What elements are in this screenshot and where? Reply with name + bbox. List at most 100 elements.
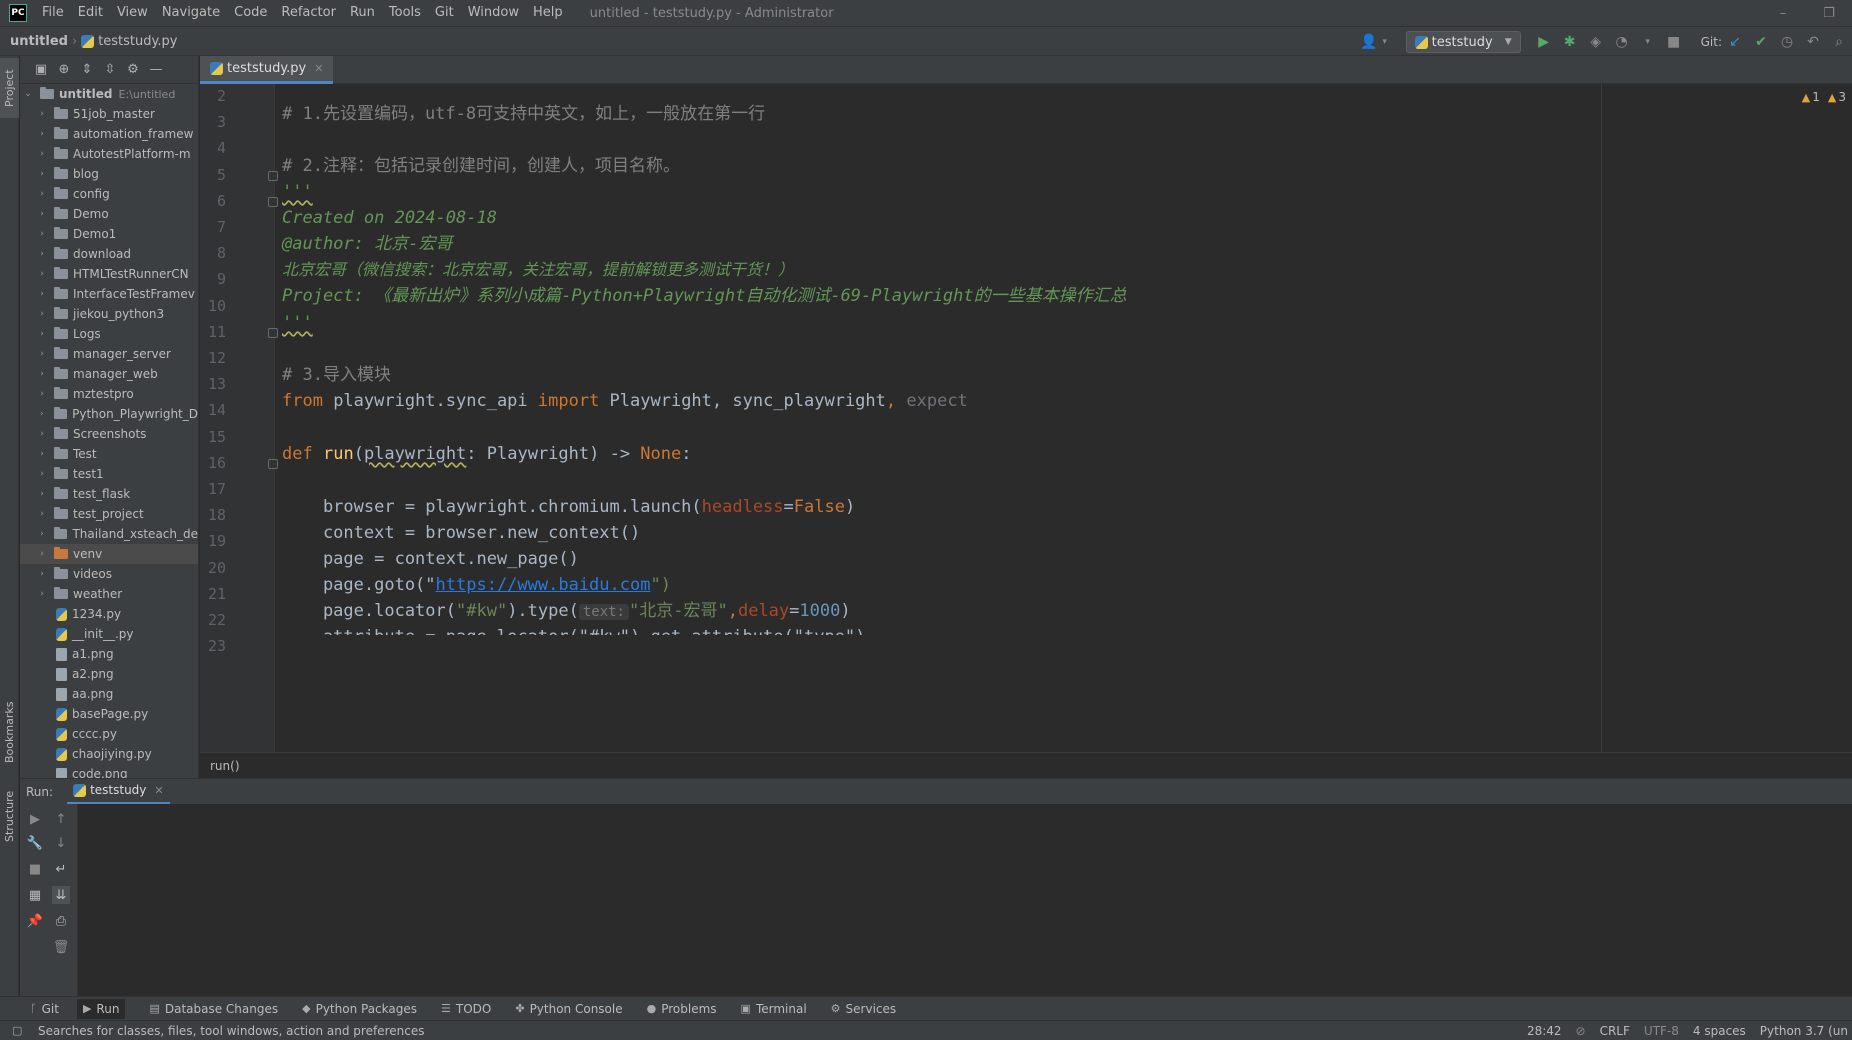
pin-icon[interactable]: 📌 — [26, 912, 44, 930]
trash-icon[interactable]: 🗑 — [52, 938, 70, 956]
chevron-right-icon[interactable]: › — [36, 509, 48, 519]
tree-folder[interactable]: › Python_Playwright_D — [20, 404, 198, 424]
menu-edit[interactable]: Edit — [71, 0, 110, 26]
menu-code[interactable]: Code — [227, 0, 274, 26]
code-area[interactable]: # 1.先设置编码，utf-8可支持中英文，如上，一般放在第一行 # 2.注释：… — [282, 84, 1572, 752]
breadcrumb-project[interactable]: untitled — [10, 34, 68, 49]
tree-folder[interactable]: › Screenshots — [20, 424, 198, 444]
gear-icon[interactable]: ⚙ — [124, 61, 142, 79]
tree-file[interactable]: chaojiying.py — [20, 744, 198, 764]
status-window-icon[interactable]: ▢ — [12, 1024, 22, 1037]
chevron-right-icon[interactable]: › — [36, 349, 48, 359]
weak-warning-count[interactable]: ▲ 3 — [1828, 90, 1846, 104]
tree-folder[interactable]: › blog — [20, 164, 198, 184]
history-icon[interactable]: ◷ — [1778, 33, 1796, 51]
fold-marker-icon[interactable] — [268, 170, 278, 181]
tree-folder[interactable]: › videos — [20, 564, 198, 584]
tool-terminal[interactable]: ▣ Terminal — [741, 1002, 807, 1016]
chevron-right-icon[interactable]: › — [36, 329, 48, 339]
tool-python-packages[interactable]: ◆ Python Packages — [302, 1002, 417, 1016]
chevron-right-icon[interactable]: › — [36, 529, 48, 539]
close-icon[interactable]: ✕ — [314, 62, 323, 75]
tree-file[interactable]: basePage.py — [20, 704, 198, 724]
tree-folder[interactable]: › jiekou_python3 — [20, 304, 198, 324]
project-view-icon[interactable]: ▣ — [32, 61, 50, 79]
code-url-link[interactable]: https://www.baidu.com — [436, 575, 651, 595]
tree-folder[interactable]: › Demo — [20, 204, 198, 224]
line-separator[interactable]: CRLF — [1600, 1024, 1630, 1038]
tool-todo[interactable]: ☰ TODO — [441, 1002, 491, 1016]
expand-all-icon[interactable]: ⇕ — [78, 61, 96, 79]
print-icon[interactable]: ⎙ — [52, 912, 70, 930]
chevron-right-icon[interactable]: › — [36, 369, 48, 379]
chevron-right-icon[interactable]: › — [36, 569, 48, 579]
tool-database-changes[interactable]: ▤ Database Changes — [149, 1002, 278, 1016]
tree-folder[interactable]: › Thailand_xsteach_de — [20, 524, 198, 544]
inspection-widget[interactable]: ▲ 1 ▲ 3 — [1802, 90, 1846, 104]
menu-window[interactable]: Window — [461, 0, 526, 26]
tree-folder[interactable]: › AutotestPlatform-m — [20, 144, 198, 164]
warning-count[interactable]: ▲ 1 — [1802, 90, 1820, 104]
tree-folder[interactable]: › weather — [20, 584, 198, 604]
chevron-right-icon[interactable]: › — [36, 209, 48, 219]
tree-file[interactable]: 1234.py — [20, 604, 198, 624]
menu-run[interactable]: Run — [343, 0, 382, 26]
tree-folder[interactable]: › venv — [20, 544, 198, 564]
python-interpreter[interactable]: Python 3.7 (un — [1760, 1024, 1848, 1038]
tree-folder[interactable]: › Test — [20, 444, 198, 464]
profile-icon[interactable]: ◔ — [1613, 33, 1631, 51]
chevron-right-icon[interactable]: › — [36, 409, 48, 419]
tree-folder[interactable]: › automation_framew — [20, 124, 198, 144]
soft-wrap-icon[interactable]: ↵ — [52, 860, 70, 878]
tool-python-console[interactable]: ✤ Python Console — [515, 1002, 622, 1016]
tree-folder[interactable]: › mztestpro — [20, 384, 198, 404]
tool-problems[interactable]: ● Problems — [647, 1002, 717, 1016]
breadcrumb-file[interactable]: teststudy.py — [81, 34, 177, 49]
rollback-icon[interactable]: ↶ — [1804, 33, 1822, 51]
maximize-icon[interactable]: ❐ — [1806, 6, 1852, 21]
code-editor[interactable]: 2 3 4 5 6 7 8 9 10 11 12 13 14 15 16 17 18 19 20 21 22 23 # 1… — [200, 84, 1852, 752]
git-commit-icon[interactable]: ✔ — [1752, 33, 1770, 51]
tree-folder[interactable]: › download — [20, 244, 198, 264]
search-icon[interactable]: ⌕ — [1830, 33, 1848, 51]
locate-icon[interactable]: ⊕ — [55, 61, 73, 79]
tree-root[interactable]: ⌄ untitled E:\untitled — [20, 84, 198, 104]
chevron-right-icon[interactable]: › — [36, 109, 48, 119]
stop-icon[interactable]: ■ — [26, 860, 44, 878]
chevron-right-icon[interactable]: › — [36, 589, 48, 599]
chevron-right-icon[interactable]: › — [36, 309, 48, 319]
minimize-icon[interactable]: – — [1760, 6, 1806, 21]
up-icon[interactable]: ↑ — [52, 810, 70, 828]
tree-folder[interactable]: › test1 — [20, 464, 198, 484]
chevron-right-icon[interactable]: › — [36, 469, 48, 479]
tree-folder[interactable]: › HTMLTestRunnerCN — [20, 264, 198, 284]
tree-folder[interactable]: › test_flask — [20, 484, 198, 504]
close-icon[interactable]: ✕ — [154, 784, 163, 797]
layout-icon[interactable]: ▦ — [26, 886, 44, 904]
fold-marker-icon[interactable] — [268, 196, 278, 207]
chevron-right-icon[interactable]: › — [36, 289, 48, 299]
tree-file[interactable]: cccc.py — [20, 724, 198, 744]
chevron-down-icon[interactable]: ▾ — [1639, 33, 1657, 51]
tree-file[interactable]: a2.png — [20, 664, 198, 684]
run-tab-teststudy[interactable]: teststudy ✕ — [67, 779, 170, 805]
tree-folder[interactable]: › Logs — [20, 324, 198, 344]
fold-marker-icon[interactable] — [268, 327, 278, 338]
hide-icon[interactable]: — — [147, 61, 165, 79]
chevron-right-icon[interactable]: › — [36, 489, 48, 499]
run-icon[interactable]: ▶ — [1535, 33, 1553, 51]
caret-position[interactable]: 28:42 — [1527, 1024, 1562, 1038]
chevron-right-icon[interactable]: › — [36, 169, 48, 179]
indent-setting[interactable]: 4 spaces — [1693, 1024, 1746, 1038]
fold-marker-icon[interactable] — [268, 458, 278, 469]
rerun-icon[interactable]: ▶ — [26, 810, 44, 828]
tool-services[interactable]: ⚙ Services — [831, 1002, 896, 1016]
menu-navigate[interactable]: Navigate — [155, 0, 227, 26]
tab-teststudy[interactable]: teststudy.py ✕ — [200, 56, 334, 84]
tree-file[interactable]: __init__.py — [20, 624, 198, 644]
chevron-right-icon[interactable]: › — [36, 189, 48, 199]
bookmarks-tool-tab[interactable]: Bookmarks — [0, 692, 19, 772]
chevron-right-icon[interactable]: › — [36, 149, 48, 159]
file-encoding[interactable]: UTF-8 — [1644, 1024, 1679, 1038]
tool-run[interactable]: ▶ Run — [76, 998, 126, 1019]
